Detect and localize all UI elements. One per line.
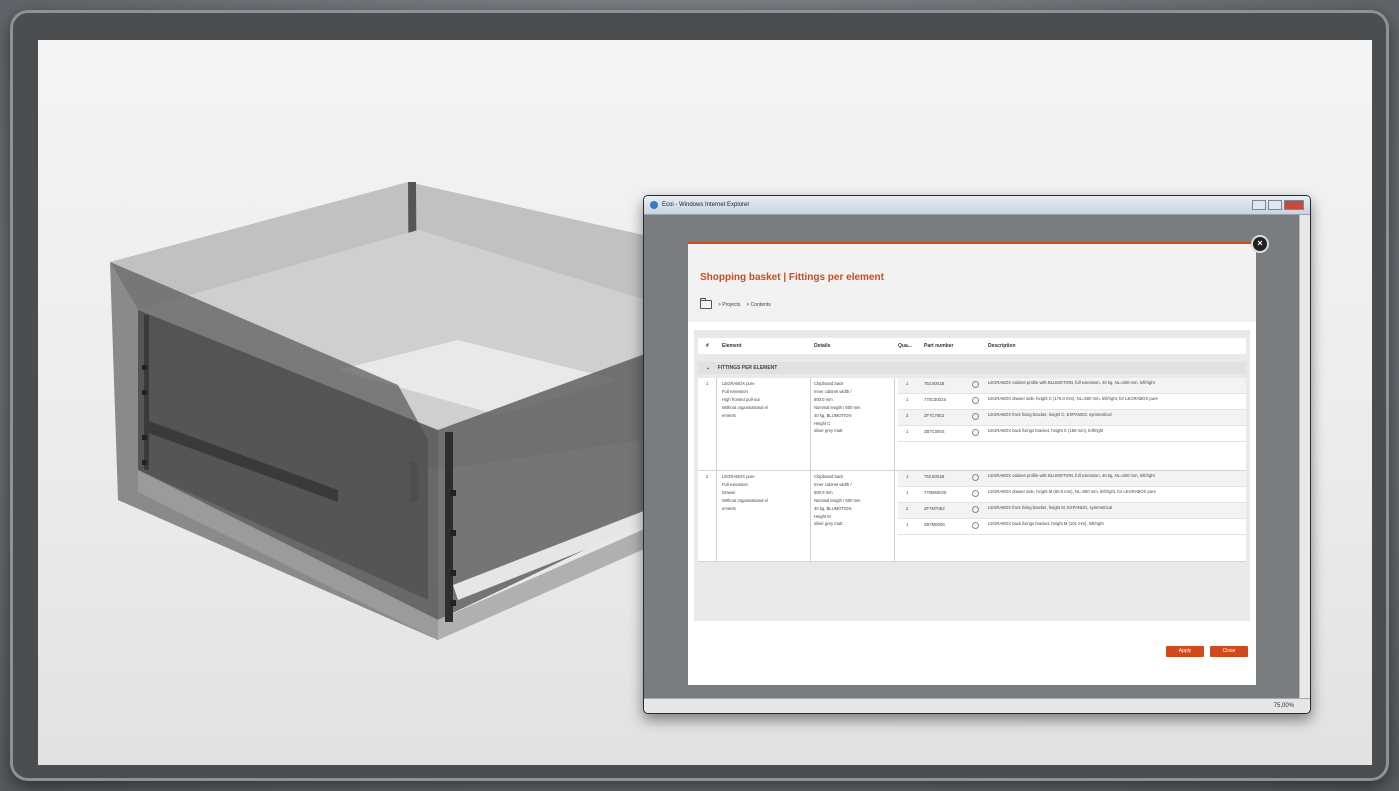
part-number: ZB7C000S xyxy=(924,429,945,434)
part-number: 770C5002S xyxy=(924,397,947,402)
info-icon[interactable] xyxy=(972,397,979,404)
part-row: 2 ZF7C70E2 LEGRABOX front fixing bracket… xyxy=(898,410,1246,426)
part-number: ZB7M000S xyxy=(924,522,945,527)
zoom-level[interactable]: 75,00% xyxy=(1274,703,1294,709)
breadcrumb-contents[interactable]: > Contents xyxy=(746,302,770,308)
info-icon[interactable] xyxy=(972,522,979,529)
part-row: 1 753.5001B LEGRABOX cabinet profile wit… xyxy=(898,378,1246,394)
page-viewport: Shopping basket | Fittings per element >… xyxy=(644,215,1300,699)
col-details[interactable]: Details xyxy=(814,343,830,349)
info-icon[interactable] xyxy=(972,381,979,388)
table-row: 2 LEGRABOX pure Full extension Drawer Wi… xyxy=(698,471,1246,562)
part-number: 770M5002S xyxy=(924,490,947,495)
part-number: 753.5001B xyxy=(924,474,945,479)
part-number: ZF7C70E2 xyxy=(924,413,945,418)
group-label: FITTINGS PER ELEMENT xyxy=(717,365,778,371)
shopping-basket-dialog: Shopping basket | Fittings per element >… xyxy=(688,242,1256,685)
details-cell: Chipboard back Inner cabinet width / 500… xyxy=(814,474,861,527)
breadcrumb: > Projects > Contents xyxy=(700,298,771,309)
row-number: 2 xyxy=(706,474,709,479)
part-row: 1 770C5002S LEGRABOX drawer side, height… xyxy=(898,394,1246,410)
part-row: 1 ZB7C000S LEGRABOX back fixings bracket… xyxy=(898,426,1246,442)
part-row: 1 770M5002S LEGRABOX drawer side, height… xyxy=(898,487,1246,503)
part-row: 1 753.5001B LEGRABOX cabinet profile wit… xyxy=(898,471,1246,487)
part-row: 2 ZF7M70E2 LEGRABOX front fixing bracket… xyxy=(898,503,1246,519)
group-fittings-per-element[interactable]: ⌄ FITTINGS PER ELEMENT xyxy=(698,362,1246,374)
window-close-button[interactable] xyxy=(1284,200,1304,210)
col-description[interactable]: Description xyxy=(988,343,1016,349)
chevron-down-icon: ⌄ xyxy=(706,365,711,371)
col-number[interactable]: # xyxy=(706,343,709,349)
window-title: Ecoi - Windows Internet Explorer xyxy=(662,202,750,208)
table-row: 1 LEGRABOX pure Full extension High fron… xyxy=(698,378,1246,471)
minimize-button[interactable] xyxy=(1252,200,1266,210)
col-quantity[interactable]: Qua... xyxy=(898,343,912,349)
col-part-number[interactable]: Part number xyxy=(924,343,953,349)
breadcrumb-projects[interactable]: > Projects xyxy=(718,302,740,308)
browser-icon xyxy=(650,201,658,209)
fittings-table: # Element Details Qua... Part number Des… xyxy=(694,330,1250,621)
element-cell: LEGRABOX pure Full extension Drawer With… xyxy=(722,474,768,511)
drawer-3d-illustration xyxy=(110,182,698,640)
info-icon[interactable] xyxy=(972,490,979,497)
info-icon[interactable] xyxy=(972,506,979,513)
element-cell: LEGRABOX pure Full extension High fronte… xyxy=(722,381,768,418)
info-icon[interactable] xyxy=(972,474,979,481)
close-dialog-button[interactable]: Close xyxy=(1210,646,1248,657)
vertical-scrollbar[interactable] xyxy=(1299,215,1310,699)
maximize-button[interactable] xyxy=(1268,200,1282,210)
dialog-header: Shopping basket | Fittings per element >… xyxy=(688,244,1256,322)
status-bar: 75,00% xyxy=(644,698,1310,713)
col-element[interactable]: Element xyxy=(722,343,741,349)
info-icon[interactable] xyxy=(972,429,979,436)
browser-window: Ecoi - Windows Internet Explorer Shoppin… xyxy=(643,195,1311,714)
close-icon[interactable]: × xyxy=(1251,235,1269,253)
part-number: ZF7M70E2 xyxy=(924,506,945,511)
dialog-title: Shopping basket | Fittings per element xyxy=(700,272,884,283)
folder-icon[interactable] xyxy=(700,298,712,309)
table-body: 1 LEGRABOX pure Full extension High fron… xyxy=(698,378,1246,562)
part-number: 753.5001B xyxy=(924,381,945,386)
table-header: # Element Details Qua... Part number Des… xyxy=(698,338,1246,354)
apply-button[interactable]: Apply xyxy=(1166,646,1204,657)
part-row: 1 ZB7M000S LEGRABOX back fixings bracket… xyxy=(898,519,1246,535)
info-icon[interactable] xyxy=(972,413,979,420)
window-titlebar: Ecoi - Windows Internet Explorer xyxy=(644,196,1310,215)
details-cell: Chipboard back Inner cabinet width / 500… xyxy=(814,381,861,434)
row-number: 1 xyxy=(706,381,709,386)
